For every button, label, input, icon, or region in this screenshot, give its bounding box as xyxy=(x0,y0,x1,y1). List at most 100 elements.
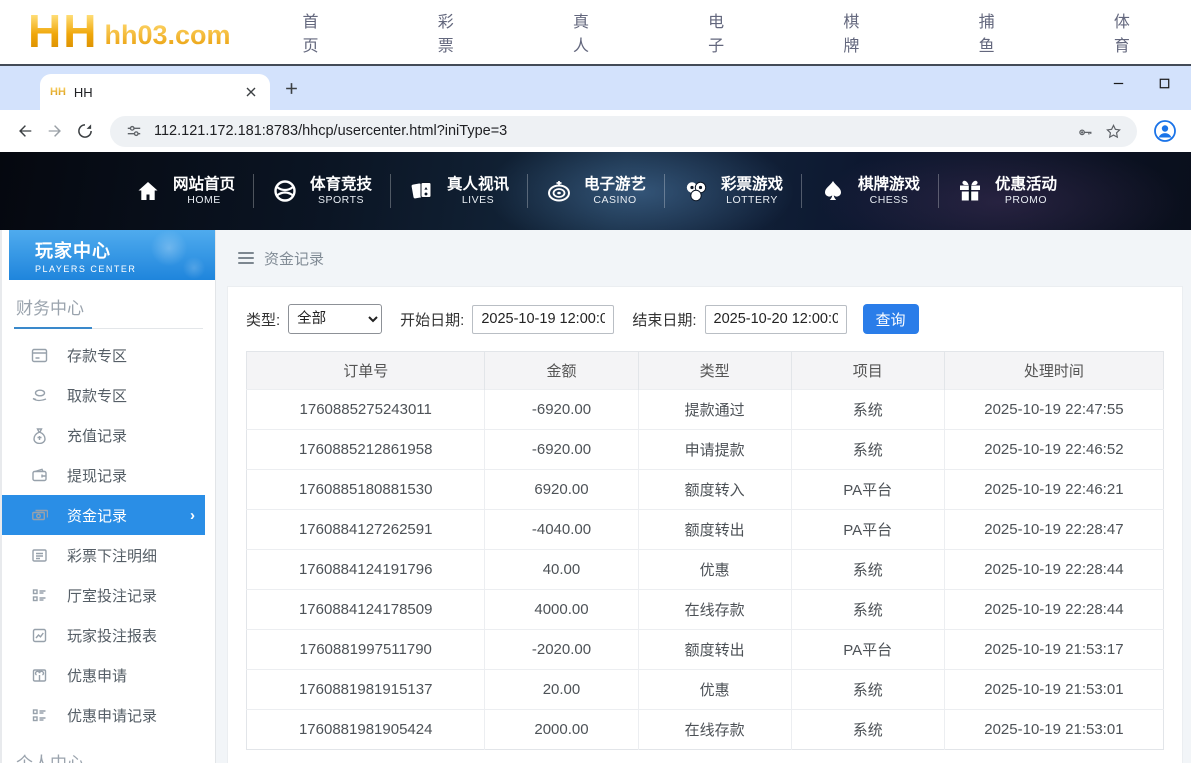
reload-button[interactable] xyxy=(70,116,100,146)
cell-time: 2025-10-19 22:47:55 xyxy=(944,390,1163,430)
hamburger-icon[interactable] xyxy=(238,252,254,264)
url-text[interactable]: 112.121.172.181:8783/hhcp/usercenter.htm… xyxy=(154,123,1071,139)
site-nav-item[interactable]: 捕鱼 xyxy=(979,2,1056,61)
table-row[interactable]: 1760884127262591 -4040.00 额度转出 PA平台 2025… xyxy=(247,510,1164,550)
logo-domain: hh03.com xyxy=(104,20,230,51)
table-row[interactable]: 1760881981905424 2000.00 在线存款 系统 2025-10… xyxy=(247,710,1164,750)
game-nav-item[interactable]: 彩票游戏 LOTTERY xyxy=(664,165,801,217)
players-center-subtitle: PLAYERS CENTER xyxy=(35,264,215,274)
site-nav-label: 棋牌 xyxy=(843,8,859,56)
cell-order-no: 1760881981915137 xyxy=(247,670,485,710)
tab-close-icon[interactable] xyxy=(242,83,260,101)
game-nav-label-cn: 优惠活动 xyxy=(995,175,1057,194)
sidebar-item[interactable]: 充值记录 xyxy=(2,415,215,455)
browser-toolbar: 112.121.172.181:8783/hhcp/usercenter.htm… xyxy=(0,110,1191,152)
site-nav-label: 体育 xyxy=(1114,8,1130,56)
withdraw-record-icon xyxy=(31,467,48,484)
new-tab-button[interactable] xyxy=(278,75,304,101)
password-key-icon[interactable] xyxy=(1071,117,1099,145)
tab-search-button[interactable] xyxy=(8,74,36,102)
cell-item: 系统 xyxy=(791,590,944,630)
spade-icon xyxy=(819,177,847,205)
recharge-record-icon xyxy=(31,427,48,444)
funds-record-icon xyxy=(31,507,48,524)
cell-type: 额度转出 xyxy=(638,630,791,670)
sidebar-item-label: 资金记录 xyxy=(67,505,127,526)
cell-time: 2025-10-19 21:53:17 xyxy=(944,630,1163,670)
game-nav-label-en: LOTTERY xyxy=(726,194,778,207)
promo-records-icon xyxy=(31,707,48,724)
cell-amount: 6920.00 xyxy=(485,470,638,510)
cell-item: 系统 xyxy=(791,550,944,590)
game-nav-item[interactable]: 棋牌游戏 CHESS xyxy=(801,165,938,217)
records-panel: 类型: 全部 开始日期: 结束日期: 查询 订单号 xyxy=(227,286,1183,763)
table-row[interactable]: 1760885275243011 -6920.00 提款通过 系统 2025-1… xyxy=(247,390,1164,430)
game-nav-label-en: PROMO xyxy=(1005,194,1047,207)
forward-button[interactable] xyxy=(40,116,70,146)
browser-profile-icon[interactable] xyxy=(1149,115,1181,147)
sidebar-item-label: 提现记录 xyxy=(67,465,127,486)
game-nav: 网站首页 HOME 体育竞技 SPORTS 真人视讯 LIVES xyxy=(0,152,1191,230)
game-nav-item[interactable]: 体育竞技 SPORTS xyxy=(253,165,390,217)
sidebar-item[interactable]: 优惠申请记录 xyxy=(2,695,215,735)
cell-order-no: 1760885275243011 xyxy=(247,390,485,430)
sidebar-item[interactable]: 提现记录 xyxy=(2,455,215,495)
sidebar-item[interactable]: 厅室投注记录 xyxy=(2,575,215,615)
roulette-icon xyxy=(545,177,573,205)
site-nav-item[interactable]: 电子 xyxy=(708,2,785,61)
cell-amount: -6920.00 xyxy=(485,390,638,430)
sidebar-item[interactable]: 优惠申请 xyxy=(2,655,215,695)
minimize-button[interactable] xyxy=(1109,74,1127,92)
lottery-bets-icon xyxy=(31,547,48,564)
site-info-icon[interactable] xyxy=(120,117,148,145)
table-row[interactable]: 1760885212861958 -6920.00 申请提款 系统 2025-1… xyxy=(247,430,1164,470)
end-date-input[interactable] xyxy=(705,305,847,334)
table-row[interactable]: 1760881981915137 20.00 优惠 系统 2025-10-19 … xyxy=(247,670,1164,710)
query-button[interactable]: 查询 xyxy=(863,304,919,334)
sports-ball-icon xyxy=(271,177,299,205)
sidebar-item[interactable]: 彩票下注明细 xyxy=(2,535,215,575)
game-nav-item[interactable]: 网站首页 HOME xyxy=(116,165,253,217)
cell-order-no: 1760884124178509 xyxy=(247,590,485,630)
back-button[interactable] xyxy=(10,116,40,146)
sidebar-item-label: 充值记录 xyxy=(67,425,127,446)
game-nav-label-en: HOME xyxy=(187,194,221,207)
site-nav-item[interactable]: 首页 xyxy=(303,2,380,61)
game-nav-item[interactable]: 优惠活动 PROMO xyxy=(938,165,1075,217)
site-nav-item[interactable]: 彩票 xyxy=(438,2,515,61)
cell-time: 2025-10-19 22:28:44 xyxy=(944,590,1163,630)
home-icon xyxy=(134,177,162,205)
report-icon xyxy=(31,627,48,644)
site-nav-item[interactable]: 棋牌 xyxy=(843,2,920,61)
maximize-button[interactable] xyxy=(1155,74,1173,92)
sidebar-item[interactable]: 取款专区 xyxy=(2,375,215,415)
sidebar-item[interactable]: 资金记录 › xyxy=(2,495,205,535)
chevron-down-icon xyxy=(866,2,920,61)
cell-type: 额度转入 xyxy=(638,470,791,510)
site-nav-label: 首页 xyxy=(303,8,319,56)
site-logo[interactable]: HH hh03.com xyxy=(28,11,231,52)
sidebar-item-label: 玩家投注报表 xyxy=(67,625,157,646)
window-controls xyxy=(1109,66,1173,100)
site-nav-item[interactable]: 真人 xyxy=(573,2,650,61)
sidebar-item[interactable]: 玩家投注报表 xyxy=(2,615,215,655)
browser-tab-strip: HH HH xyxy=(0,66,1191,110)
chevron-down-icon xyxy=(461,2,515,61)
game-nav-item[interactable]: 真人视讯 LIVES xyxy=(390,165,527,217)
table-row[interactable]: 1760885180881530 6920.00 额度转入 PA平台 2025-… xyxy=(247,470,1164,510)
table-row[interactable]: 1760884124178509 4000.00 在线存款 系统 2025-10… xyxy=(247,590,1164,630)
site-nav: 首页 彩票 真人 电子 棋牌 捕鱼 xyxy=(303,2,1191,61)
address-bar[interactable]: 112.121.172.181:8783/hhcp/usercenter.htm… xyxy=(110,116,1137,147)
site-nav-item[interactable]: 体育 xyxy=(1114,2,1191,61)
cell-order-no: 1760881997511790 xyxy=(247,630,485,670)
table-row[interactable]: 1760884124191796 40.00 优惠 系统 2025-10-19 … xyxy=(247,550,1164,590)
game-nav-label-cn: 棋牌游戏 xyxy=(858,175,920,194)
game-nav-item[interactable]: 电子游艺 CASINO xyxy=(527,165,664,217)
table-row[interactable]: 1760881997511790 -2020.00 额度转出 PA平台 2025… xyxy=(247,630,1164,670)
start-date-input[interactable] xyxy=(472,305,614,334)
sidebar-item-label: 厅室投注记录 xyxy=(67,585,157,606)
browser-tab[interactable]: HH HH xyxy=(40,74,270,110)
sidebar-item[interactable]: 存款专区 xyxy=(2,335,215,375)
type-select[interactable]: 全部 xyxy=(288,304,382,334)
bookmark-star-icon[interactable] xyxy=(1099,117,1127,145)
